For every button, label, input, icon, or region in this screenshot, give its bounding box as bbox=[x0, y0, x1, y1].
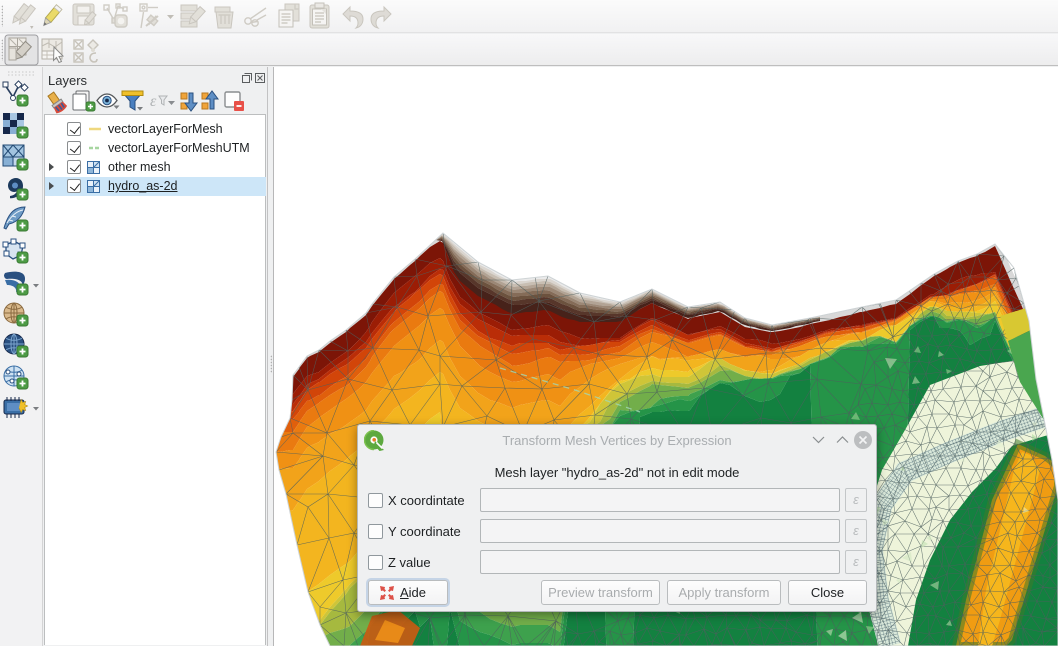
svg-text:ε: ε bbox=[150, 93, 157, 110]
